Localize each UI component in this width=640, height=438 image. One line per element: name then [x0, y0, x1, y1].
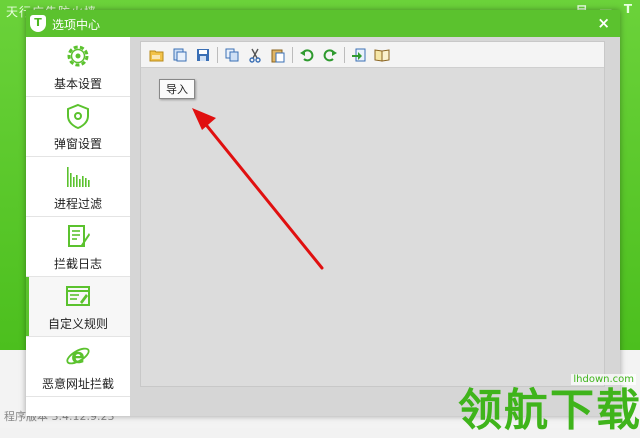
- toolbar-separator: [292, 46, 293, 63]
- import-button[interactable]: [349, 45, 369, 65]
- sidebar-item-label: 自定义规则: [47, 317, 108, 331]
- save-button[interactable]: [193, 45, 213, 65]
- open-icon: [149, 50, 164, 61]
- toolbar-separator: [217, 46, 218, 63]
- undo-button[interactable]: [297, 45, 317, 65]
- import-icon: [352, 48, 366, 61]
- save-icon: [197, 48, 209, 61]
- shirt-icon[interactable]: T: [624, 2, 632, 19]
- sidebar-item-label: 基本设置: [53, 77, 102, 91]
- sidebar-item-malicious-url-block[interactable]: e 恶意网址拦截: [26, 337, 130, 397]
- toolbar-separator: [344, 46, 345, 63]
- bars-icon: [67, 167, 90, 187]
- open-button[interactable]: [147, 45, 167, 65]
- export-button[interactable]: [170, 45, 190, 65]
- dialog-titlebar[interactable]: T 选项中心 ×: [26, 10, 620, 37]
- paste-button[interactable]: [268, 45, 288, 65]
- dialog-title: 选项中心: [52, 18, 101, 32]
- paste-icon: [271, 49, 285, 62]
- svg-text:e: e: [71, 344, 85, 368]
- help-icon: [374, 48, 390, 62]
- ie-icon: e: [66, 344, 90, 368]
- copy-button[interactable]: [222, 45, 242, 65]
- log-icon: [68, 225, 90, 247]
- site-watermark: 领航下载 lhdown.com: [454, 370, 640, 436]
- sidebar-item-basic-settings[interactable]: 基本设置: [26, 37, 130, 97]
- rules-editor-panel[interactable]: 导入: [140, 41, 605, 387]
- app-logo-icon: T: [30, 15, 46, 32]
- options-dialog: T 选项中心 × 基本设置 弹窗设置 进程过滤 拦截日志 自定义规则 e 恶意网…: [26, 10, 620, 416]
- sidebar-item-label: 拦截日志: [53, 257, 102, 271]
- import-tooltip: 导入: [159, 79, 195, 99]
- sidebar-item-process-filter[interactable]: 进程过滤: [26, 157, 130, 217]
- sidebar-item-custom-rules[interactable]: 自定义规则: [26, 277, 130, 337]
- gear-icon: [67, 45, 89, 67]
- redo-button[interactable]: [320, 45, 340, 65]
- sidebar-item-block-log[interactable]: 拦截日志: [26, 217, 130, 277]
- options-sidebar: 基本设置 弹窗设置 进程过滤 拦截日志 自定义规则 e 恶意网址拦截: [26, 37, 130, 416]
- cut-icon: [249, 48, 261, 63]
- close-button[interactable]: ×: [597, 14, 610, 32]
- sidebar-item-label: 弹窗设置: [53, 137, 102, 151]
- undo-icon: [300, 48, 314, 61]
- redo-icon: [323, 48, 337, 61]
- help-button[interactable]: [372, 45, 392, 65]
- export-icon: [173, 48, 187, 61]
- copy-icon: [225, 48, 239, 61]
- rules-icon: [66, 286, 90, 306]
- watermark-url: lhdown.com: [571, 374, 636, 385]
- cut-button[interactable]: [245, 45, 265, 65]
- sidebar-item-label: 进程过滤: [53, 197, 102, 211]
- shield-icon: [67, 103, 89, 129]
- sidebar-item-label: 恶意网址拦截: [41, 377, 114, 391]
- editor-toolbar: [141, 42, 604, 68]
- sidebar-item-popup-settings[interactable]: 弹窗设置: [26, 97, 130, 157]
